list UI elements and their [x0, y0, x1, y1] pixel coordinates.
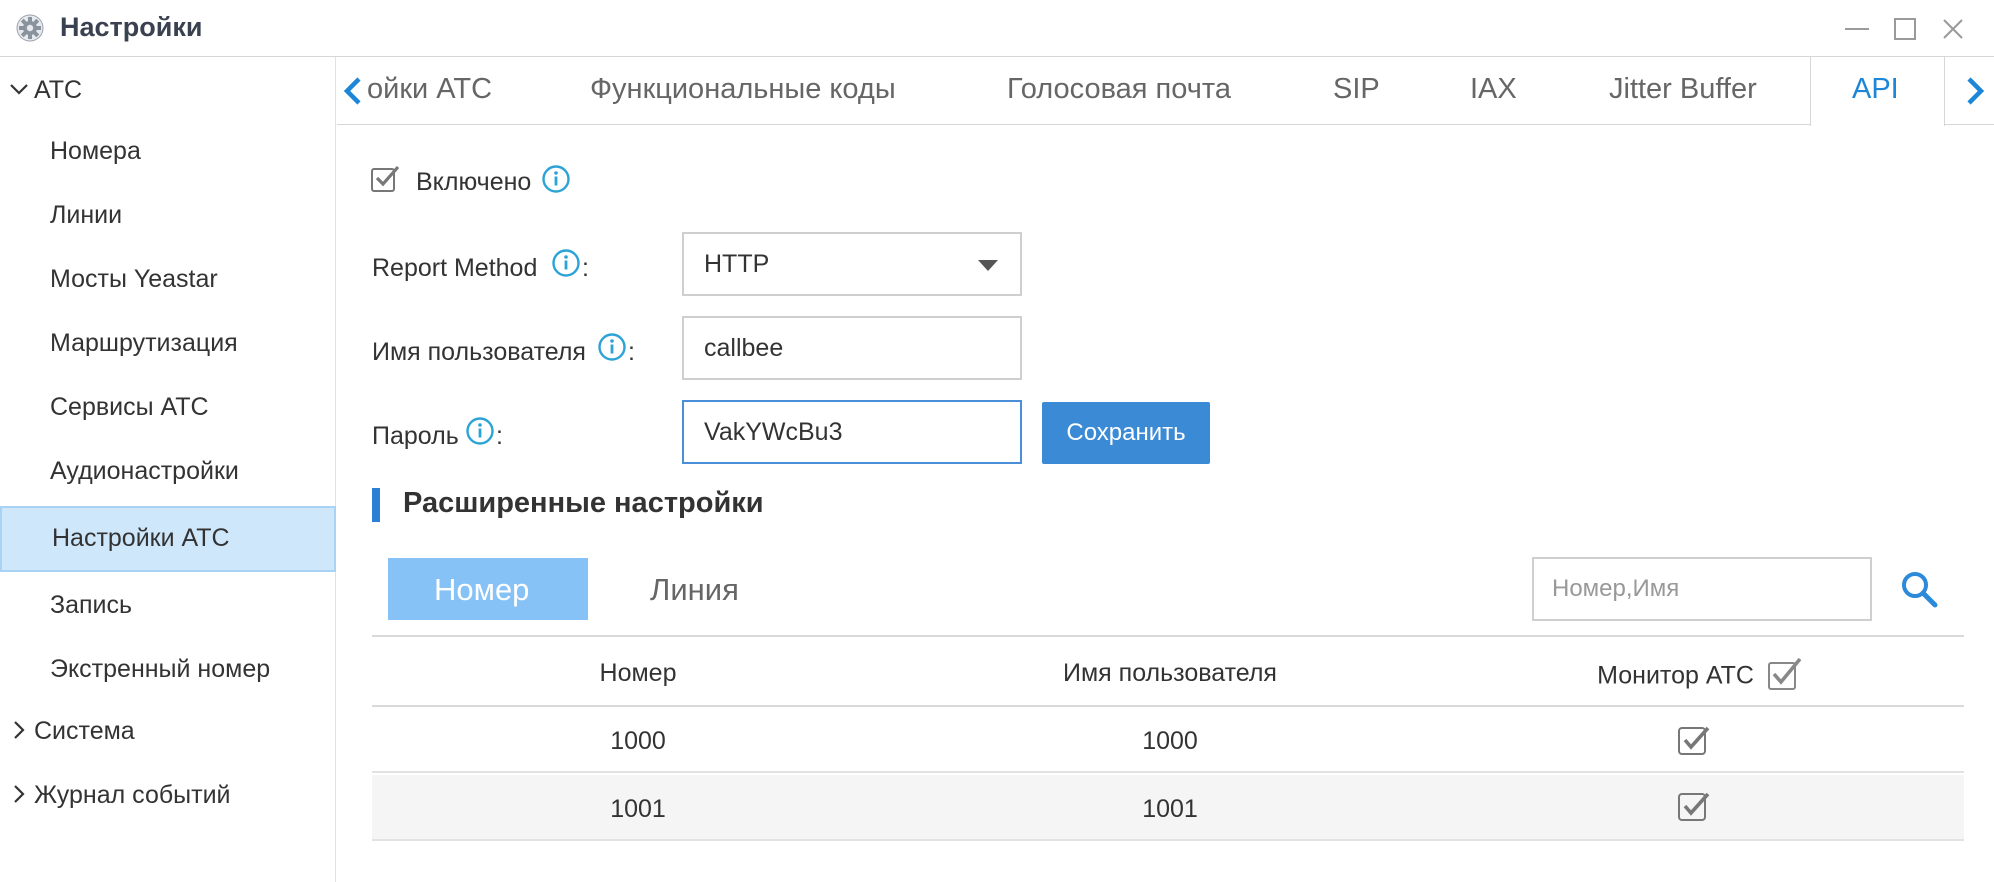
maximize-button[interactable] [1888, 12, 1922, 46]
tab-feature-codes[interactable]: Функциональные коды [590, 73, 896, 106]
cell-username: 1001 [1142, 795, 1198, 823]
password-value: VakYWcBu3 [704, 418, 843, 446]
report-method-value: HTTP [704, 250, 770, 278]
sidebar-group-system[interactable]: Система [0, 701, 336, 763]
sidebar-item-label: Маршрутизация [50, 329, 238, 357]
chevron-right-icon [14, 721, 25, 739]
search-icon[interactable] [1898, 568, 1940, 610]
sidebar-item-yeastar-bridges[interactable]: Мосты Yeastar [0, 247, 336, 311]
minimize-icon [1845, 28, 1869, 30]
sidebar-item-emergency-number[interactable]: Экстренный номер [0, 637, 336, 701]
chevron-right-icon[interactable] [1959, 71, 1989, 111]
cell-number: 1001 [610, 795, 666, 823]
sidebar-item-routing[interactable]: Маршрутизация [0, 311, 336, 375]
subtab-label: Номер [434, 572, 530, 607]
column-header-number: Номер [599, 659, 677, 687]
minimize-button[interactable] [1840, 12, 1874, 46]
column-header-monitor: Монитор АТС [1436, 657, 1964, 695]
username-label: Имя пользователя [372, 338, 586, 366]
window-title: Настройки [60, 12, 203, 42]
tab-jitter-buffer[interactable]: Jitter Buffer [1609, 73, 1757, 106]
info-icon[interactable] [551, 248, 581, 278]
password-label: Пароль [372, 422, 459, 450]
tab-voicemail[interactable]: Голосовая почта [1007, 73, 1231, 106]
save-button[interactable]: Сохранить [1042, 402, 1210, 464]
close-icon [1943, 19, 1963, 39]
info-icon[interactable] [597, 332, 627, 362]
sidebar-group-label: Система [34, 717, 135, 745]
tab-bar: ойки АТС Функциональные коды Голосовая п… [337, 57, 1994, 126]
subtab-number[interactable]: Номер [388, 558, 588, 620]
sidebar-item-numbers[interactable]: Номера [0, 119, 336, 183]
section-title: Расширенные настройки [403, 487, 764, 519]
select-all-checkbox[interactable] [1767, 655, 1803, 691]
sidebar-item-recording[interactable]: Запись [0, 573, 336, 637]
report-method-select[interactable]: HTTP [682, 232, 1022, 296]
tab-api[interactable]: API [1852, 73, 1899, 106]
sidebar: АТС Номера Линии Мосты Yeastar Маршрутиз… [0, 57, 336, 882]
report-method-label: Report Method [372, 254, 538, 282]
tab-ats-settings[interactable]: ойки АТС [367, 73, 492, 106]
sidebar-group-ats[interactable]: АТС [0, 60, 336, 122]
chevron-down-icon [10, 84, 28, 95]
enabled-label: Включено [416, 168, 532, 196]
sidebar-item-ats-settings[interactable]: Настройки АТС [0, 506, 336, 572]
table-header: Номер Имя пользователя Монитор АТС [372, 635, 1964, 707]
sidebar-item-label: Аудионастройки [50, 457, 239, 485]
sidebar-group-label: АТС [34, 76, 83, 104]
column-header-username: Имя пользователя [1063, 659, 1277, 687]
username-value: callbee [704, 334, 784, 362]
search-input[interactable] [1532, 557, 1872, 621]
colon: : [582, 254, 589, 282]
sidebar-item-label: Номера [50, 137, 141, 165]
username-field[interactable]: callbee [682, 316, 1022, 380]
tab-iax[interactable]: IAX [1470, 73, 1517, 106]
sidebar-item-label: Экстренный номер [50, 655, 271, 683]
password-field[interactable]: VakYWcBu3 [682, 400, 1022, 464]
gear-icon [16, 14, 44, 42]
sidebar-item-label: Запись [50, 591, 133, 619]
sidebar-item-ats-services[interactable]: Сервисы АТС [0, 375, 336, 439]
colon: : [496, 422, 503, 450]
colon: : [628, 338, 635, 366]
cell-username: 1000 [1142, 727, 1198, 755]
sidebar-item-label: Сервисы АТС [50, 393, 209, 421]
monitor-checkbox[interactable] [1676, 722, 1712, 758]
table-row: 1001 1001 [372, 775, 1964, 841]
chevron-left-icon[interactable] [339, 71, 369, 111]
close-button[interactable] [1936, 12, 1970, 46]
maximize-icon [1894, 18, 1916, 40]
tab-sip[interactable]: SIP [1333, 73, 1380, 106]
sidebar-item-lines[interactable]: Линии [0, 183, 336, 247]
info-icon[interactable] [465, 416, 495, 446]
monitor-checkbox[interactable] [1676, 788, 1712, 824]
cell-number: 1000 [610, 727, 666, 755]
title-bar: Настройки [0, 0, 1994, 57]
sidebar-item-audio-settings[interactable]: Аудионастройки [0, 439, 336, 503]
column-header-monitor-label: Монитор АТС [1597, 661, 1754, 690]
save-button-label: Сохранить [1066, 419, 1186, 446]
section-marker [372, 488, 380, 522]
sidebar-group-label: Журнал событий [34, 781, 231, 809]
subtab-label: Линия [650, 572, 739, 607]
info-icon[interactable] [541, 164, 571, 194]
enabled-checkbox[interactable] [370, 163, 402, 195]
sidebar-group-event-log[interactable]: Журнал событий [0, 765, 336, 827]
sidebar-item-label: Мосты Yeastar [50, 265, 218, 293]
subtab-line[interactable]: Линия [600, 558, 800, 620]
chevron-right-icon [14, 785, 25, 803]
sidebar-item-label: Настройки АТС [52, 524, 230, 552]
caret-down-icon [978, 260, 998, 271]
sidebar-item-label: Линии [50, 201, 123, 229]
table-row: 1000 1000 [372, 707, 1964, 773]
